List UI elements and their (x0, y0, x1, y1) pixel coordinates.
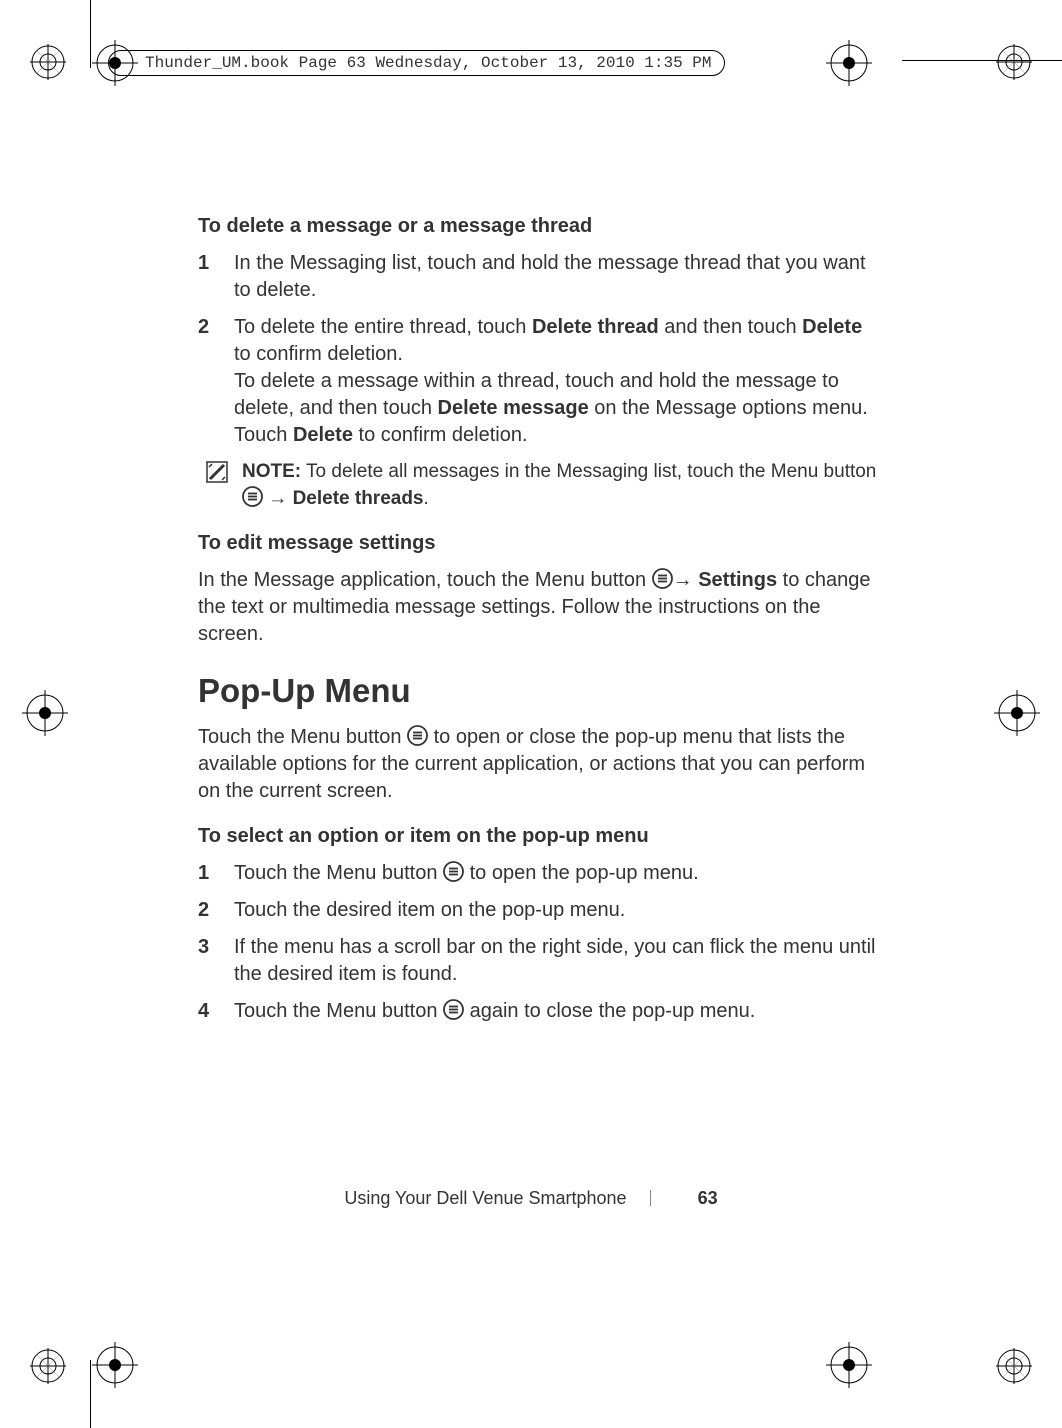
step-delete-2: 2 To delete the entire thread, touch Del… (234, 314, 878, 449)
step-num: 2 (198, 897, 209, 924)
step-text: In the Messaging list, touch and hold th… (234, 252, 866, 301)
registration-mark-br (996, 1348, 1032, 1384)
heading-select-option: To select an option or item on the pop-u… (198, 825, 878, 848)
para-text: In the Message application, touch the Me… (198, 569, 652, 591)
crop-line-top-r (902, 60, 1062, 61)
step-popup-1: 1 Touch the Menu button to open the pop-… (234, 860, 878, 887)
page-footer: Using Your Dell Venue Smartphone 63 (0, 1188, 1062, 1209)
step-text: If the menu has a scroll bar on the righ… (234, 936, 875, 985)
step-num: 4 (198, 998, 209, 1025)
print-header-pill: Thunder_UM.book Page 63 Wednesday, Octob… (108, 50, 725, 76)
step-text: Touch the desired item on the pop-up men… (234, 899, 625, 921)
step-text: Touch the Menu button (234, 1000, 443, 1022)
crosshair-bl (92, 1342, 138, 1388)
step-num: 2 (198, 314, 209, 341)
registration-mark-bl (30, 1348, 66, 1384)
menu-icon (652, 568, 673, 589)
step-num: 1 (198, 860, 209, 887)
menu-icon (407, 725, 428, 746)
para-arrow: → (673, 569, 699, 591)
crosshair-mr (994, 690, 1040, 736)
section-heading-popup: Pop-Up Menu (198, 672, 878, 710)
step-text: to confirm deletion. (234, 343, 403, 365)
footer-text: Using Your Dell Venue Smartphone (344, 1188, 626, 1208)
para-text: Touch the Menu button (198, 726, 407, 748)
menu-icon (443, 999, 464, 1020)
crosshair-br (826, 1342, 872, 1388)
note-arrow: → (263, 488, 293, 509)
step-text: and then touch (659, 316, 802, 338)
note-body: NOTE: To delete all messages in the Mess… (242, 459, 878, 512)
step-text: Touch the Menu button (234, 862, 443, 884)
crosshair-ml (22, 690, 68, 736)
step-num: 3 (198, 934, 209, 961)
footer-divider (650, 1190, 651, 1206)
bold-text: Delete (802, 316, 862, 338)
crop-line-left-b (90, 1360, 91, 1428)
page-number: 63 (698, 1188, 718, 1208)
heading-edit-settings: To edit message settings (198, 532, 878, 555)
bold-text: Delete (293, 424, 353, 446)
menu-icon (443, 861, 464, 882)
bold-text: Delete message (438, 397, 589, 419)
print-header-text: Thunder_UM.book Page 63 Wednesday, Octob… (145, 54, 712, 72)
crosshair-tr (826, 40, 872, 86)
note-icon (206, 461, 228, 483)
menu-icon (242, 486, 263, 507)
note-label: NOTE: (242, 461, 301, 482)
step-delete-1: 1 In the Messaging list, touch and hold … (234, 250, 878, 304)
paragraph-popup-intro: Touch the Menu button to open or close t… (198, 724, 878, 805)
note-text: To delete all messages in the Messaging … (301, 461, 876, 482)
registration-mark-tl (30, 44, 66, 80)
step-text: to confirm deletion. (353, 424, 528, 446)
registration-mark-tr (996, 44, 1032, 80)
bold-text: Delete thread (532, 316, 659, 338)
step-text: again to close the pop-up menu. (464, 1000, 755, 1022)
step-popup-3: 3 If the menu has a scroll bar on the ri… (234, 934, 878, 988)
bold-text: Delete threads (293, 488, 424, 509)
bold-text: Settings (698, 569, 777, 591)
step-popup-4: 4 Touch the Menu button again to close t… (234, 998, 878, 1025)
paragraph-edit-settings: In the Message application, touch the Me… (198, 567, 878, 648)
heading-delete-message: To delete a message or a message thread (198, 215, 878, 238)
note-text: . (424, 488, 429, 509)
crop-line-left (90, 0, 91, 68)
step-num: 1 (198, 250, 209, 277)
note-block: NOTE: To delete all messages in the Mess… (198, 459, 878, 512)
step-text: To delete the entire thread, touch (234, 316, 532, 338)
step-text: to open the pop-up menu. (464, 862, 699, 884)
step-popup-2: 2 Touch the desired item on the pop-up m… (234, 897, 878, 924)
